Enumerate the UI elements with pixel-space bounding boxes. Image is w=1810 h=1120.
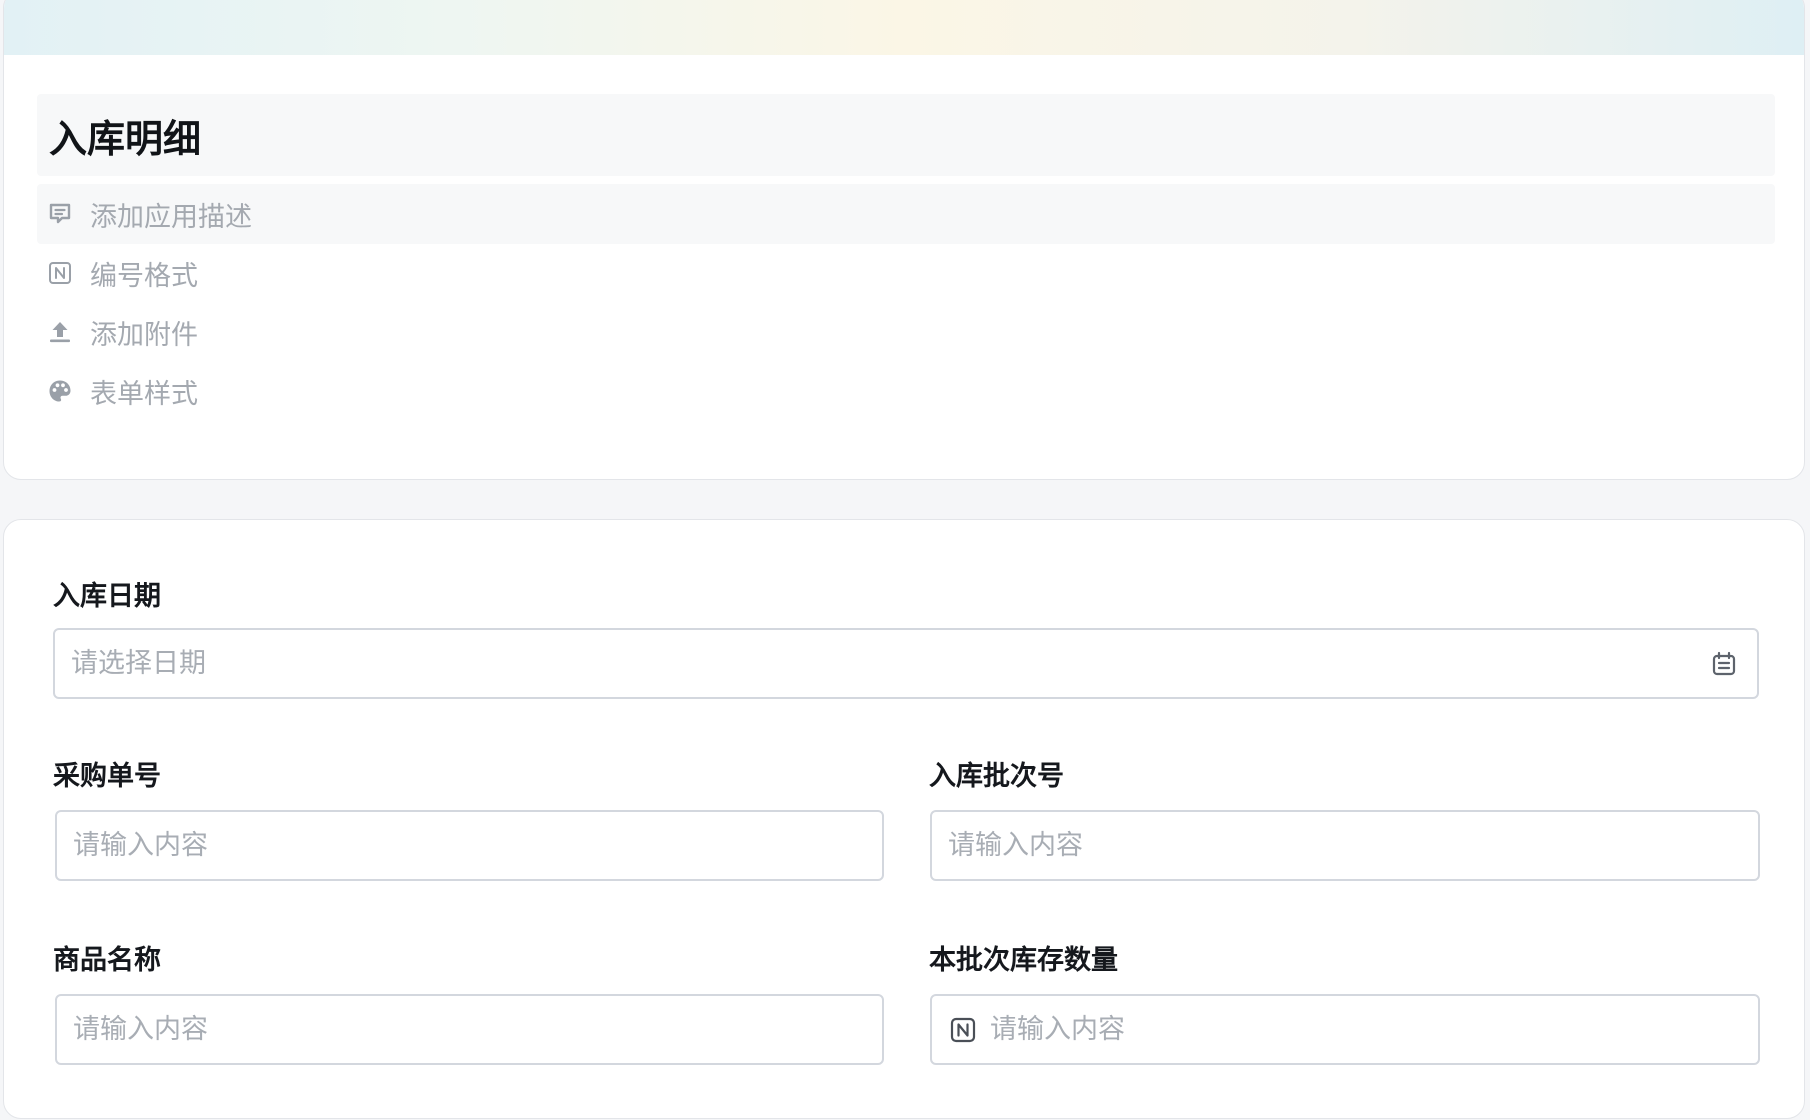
calendar-icon[interactable] [1709, 649, 1739, 679]
inbound-date-input[interactable] [71, 648, 1709, 679]
number-format-label: 编号格式 [90, 260, 198, 292]
batch-number-field[interactable] [930, 810, 1760, 881]
purchase-order-label: 采购单号 [53, 761, 161, 792]
inbound-date-label: 入库日期 [53, 581, 161, 612]
app-header-card: 入库明细 添加应用描述 编号格式 添加附件 表单样式 [3, 0, 1805, 480]
batch-stock-qty-field[interactable] [930, 994, 1760, 1065]
form-style-item[interactable]: 表单样式 [37, 361, 1775, 421]
add-description-item[interactable]: 添加应用描述 [37, 184, 1775, 244]
product-name-input[interactable] [73, 1014, 882, 1045]
form-title-row[interactable]: 入库明细 [37, 94, 1775, 176]
batch-stock-qty-input[interactable] [990, 1014, 1758, 1045]
batch-number-input[interactable] [948, 830, 1758, 861]
palette-icon [46, 377, 74, 405]
purchase-order-input[interactable] [73, 830, 882, 861]
inbound-date-field[interactable] [53, 628, 1759, 699]
batch-number-label: 入库批次号 [929, 761, 1064, 792]
batch-stock-qty-label: 本批次库存数量 [929, 945, 1118, 976]
form-style-label: 表单样式 [90, 378, 198, 410]
product-name-label: 商品名称 [53, 945, 161, 976]
upload-icon [46, 318, 74, 346]
number-format-item[interactable]: 编号格式 [37, 243, 1775, 303]
add-description-label: 添加应用描述 [90, 201, 252, 233]
form-title[interactable]: 入库明细 [49, 108, 201, 163]
number-icon [948, 1015, 978, 1045]
comment-icon [46, 200, 74, 228]
number-format-icon [46, 259, 74, 287]
add-attachment-label: 添加附件 [90, 319, 198, 351]
form-body-card: 入库日期 采购单号 入库批次号 商品名称 本批次库存数量 [3, 519, 1805, 1119]
product-name-field[interactable] [55, 994, 884, 1065]
header-banner [4, 0, 1804, 55]
purchase-order-field[interactable] [55, 810, 884, 881]
add-attachment-item[interactable]: 添加附件 [37, 302, 1775, 362]
